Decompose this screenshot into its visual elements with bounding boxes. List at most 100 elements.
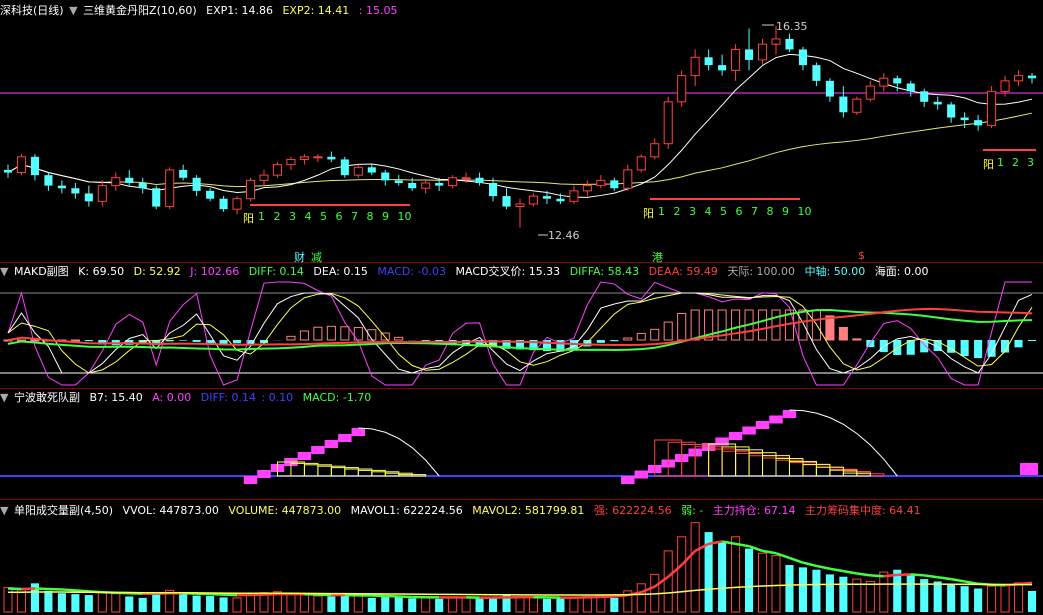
volume-bar-down — [825, 574, 834, 612]
candle-body — [852, 98, 862, 113]
stair-step-2 — [742, 426, 756, 435]
candle-body — [152, 188, 161, 207]
candle-body — [57, 185, 66, 189]
volume-bar-up — [987, 585, 997, 613]
macd-bar-pos — [313, 326, 323, 341]
mavol1-segment — [829, 567, 844, 573]
volume-bar-down — [219, 597, 228, 612]
candle-body — [610, 180, 619, 189]
macd-bar-neg — [192, 340, 201, 342]
candle-body — [461, 177, 471, 180]
volume-bar-down — [152, 592, 161, 612]
volume-bar-down — [408, 598, 417, 612]
candle-body — [111, 177, 121, 187]
stair-step-1 — [351, 428, 366, 436]
volume-bar-up — [461, 597, 471, 613]
candle-body — [556, 198, 565, 202]
ma60-line — [7, 112, 1033, 188]
candle-body — [1013, 75, 1024, 82]
candle-body — [839, 96, 848, 113]
candle-body — [865, 85, 875, 100]
macd-bar-pos — [757, 309, 768, 341]
volume-bar-down — [138, 597, 147, 612]
candle-body — [569, 190, 579, 202]
candle-body — [475, 177, 484, 183]
candle-body — [974, 120, 983, 126]
candle-body — [960, 117, 969, 121]
volume-bar-up — [245, 594, 256, 613]
mavol1-segment — [816, 564, 831, 570]
macd-bar-neg — [960, 340, 969, 356]
volume-bar-down — [960, 586, 969, 612]
candle-body — [448, 177, 458, 187]
candle-body — [879, 77, 889, 87]
candle-body — [582, 185, 592, 192]
macd-bar-pos — [838, 326, 848, 341]
volume-bar-down — [125, 596, 134, 612]
volume-bar-up — [286, 593, 296, 613]
candle-body — [757, 43, 768, 61]
candle-body — [704, 57, 713, 66]
mavol1-segment — [653, 575, 669, 588]
stair-step-1 — [243, 476, 258, 484]
candle-body — [745, 49, 754, 60]
volume-bar-down — [974, 588, 983, 612]
mavol2-line — [8, 583, 1033, 596]
candle-body — [663, 101, 673, 145]
candle-body — [435, 183, 444, 186]
mavol1-segment — [802, 561, 817, 568]
candle-body — [933, 101, 942, 105]
candle-body — [367, 167, 376, 173]
volume-bar-up — [3, 587, 13, 613]
macd-bar-pos — [286, 335, 296, 341]
mavol1-segment — [843, 569, 858, 575]
volume-bar-down — [71, 594, 80, 612]
candle-body — [785, 38, 794, 50]
volume-bar-down — [947, 583, 956, 612]
macd-bar-pos — [852, 338, 862, 341]
volume-bar-up — [596, 595, 606, 613]
volume-bar-down — [556, 598, 565, 612]
macd-bar-neg — [84, 340, 93, 342]
decay-curve-2 — [789, 409, 898, 477]
candle-body — [71, 188, 80, 194]
stair-step-1 — [338, 434, 352, 442]
candle-body — [1000, 80, 1010, 92]
candle-body — [920, 91, 929, 102]
candle-body — [327, 156, 336, 160]
mavol1-segment — [964, 580, 979, 586]
candle-body — [340, 159, 349, 176]
volume-bar-up — [569, 596, 579, 613]
candle-body — [125, 177, 134, 183]
volume-bar-down — [435, 598, 444, 612]
volume-bar-down — [44, 590, 53, 612]
j-line — [7, 281, 1032, 386]
mavol1-segment — [924, 574, 938, 579]
candle-body — [381, 172, 390, 181]
volume-bar-up — [16, 589, 27, 613]
macd-bar-pos — [70, 339, 80, 342]
macd-bar-pos — [825, 315, 835, 341]
candle-body — [825, 80, 834, 97]
macd-bar-pos — [798, 309, 808, 341]
d-line — [7, 292, 1033, 374]
mavol1-segment — [735, 542, 750, 548]
stair-step-1 — [324, 440, 339, 448]
chart-canvas[interactable] — [0, 0, 1043, 615]
stair-step-2 — [769, 415, 783, 424]
volume-bar-down — [394, 597, 403, 612]
macd-bar-neg — [1014, 340, 1023, 348]
mavol1-segment — [950, 577, 965, 583]
volume-bar-up — [515, 595, 525, 613]
candle-body — [893, 78, 902, 84]
candle-body — [798, 49, 807, 66]
candle-body — [394, 180, 403, 183]
candle-body — [138, 183, 147, 189]
macd-bar-neg — [165, 340, 174, 342]
volume-bar-down — [327, 596, 336, 612]
candle-body — [30, 156, 39, 176]
volume-bar-down — [84, 595, 93, 612]
stair-step-1 — [297, 452, 312, 460]
volume-bar-up — [731, 536, 741, 613]
macd-bar-pos — [30, 339, 40, 342]
